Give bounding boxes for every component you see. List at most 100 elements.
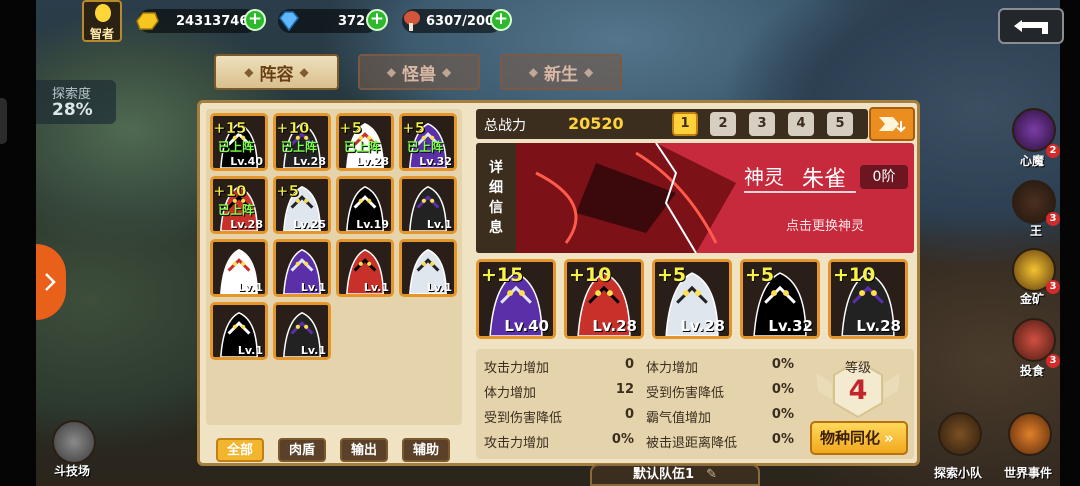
roster-monster-slot[interactable]: Lv.1 (210, 239, 268, 297)
lineup-panel: +15 已上阵 Lv.40 +10 已上阵 Lv.28 +5 已上阵 Lv.28 +5 已上阵… (197, 100, 920, 466)
meat-icon (404, 11, 420, 31)
lineup-monster-slot[interactable]: +5 Lv.32 (740, 259, 820, 339)
gold-value: 24313746 (176, 13, 249, 29)
filter-tank[interactable]: 肉盾 (278, 438, 326, 462)
badge-gold-mine: 3 (1046, 280, 1060, 294)
team-slot-4[interactable]: 4 (788, 112, 814, 136)
badge-feed: 3 (1046, 354, 1060, 368)
world-event-button[interactable] (1008, 412, 1052, 456)
roster-monster-slot[interactable]: Lv.1 (399, 176, 457, 234)
side-label-gold-mine: 金矿 (1020, 292, 1045, 306)
add-food-button[interactable]: + (490, 9, 512, 31)
team-name-tab[interactable]: 默认队伍1 ✎ (590, 464, 760, 486)
monster-level: Lv.32 (419, 155, 452, 168)
divider (744, 191, 856, 193)
side-label-arena: 斗技场 (54, 464, 91, 478)
star-level: +15 (213, 119, 247, 137)
god-rank: 0阶 (860, 165, 908, 189)
team-slot-1[interactable]: 1 (672, 112, 698, 136)
god-name: 朱雀 (802, 167, 847, 192)
badge-king: 3 (1046, 212, 1060, 226)
power-label: 总战力 (484, 118, 526, 134)
monster-level: Lv.28 (680, 317, 725, 335)
monster-level: Lv.1 (363, 281, 389, 294)
stat-label: 霸气值增加 (646, 411, 712, 426)
back-button[interactable] (998, 8, 1064, 44)
stat-label: 体力增加 (646, 361, 699, 376)
filter-damage[interactable]: 输出 (340, 438, 388, 462)
assimilate-button[interactable]: 物种同化» (810, 421, 908, 455)
star-level: +10 (276, 119, 310, 137)
monster-level: Lv.32 (768, 317, 813, 335)
monster-level: Lv.28 (230, 218, 263, 231)
level-value: 4 (848, 375, 868, 406)
roster-monster-slot[interactable]: +5 已上阵 Lv.28 (336, 113, 394, 171)
team-slot-5[interactable]: 5 (827, 112, 853, 136)
roster-monster-slot[interactable]: +5 已上阵 Lv.32 (399, 113, 457, 171)
star-level: +5 (657, 264, 687, 286)
roster-monster-slot[interactable]: Lv.19 (336, 176, 394, 234)
screen-bezel-right (1060, 0, 1080, 486)
return-arrow-icon (1014, 20, 1048, 34)
roster-monster-slot[interactable]: Lv.1 (273, 239, 331, 297)
vermilion-bird-art (516, 143, 736, 253)
monster-level: Lv.1 (300, 281, 326, 294)
badge-heart-demon: 2 (1046, 144, 1060, 158)
food-value: 6307/200 (426, 13, 495, 29)
tab-newborn[interactable]: ◆ 新生 ◆ (500, 54, 622, 90)
roster-monster-slot[interactable]: +15 已上阵 Lv.40 (210, 113, 268, 171)
switch-team-button[interactable] (869, 107, 915, 141)
explore-team-button[interactable] (938, 412, 982, 456)
team-slot-2[interactable]: 2 (710, 112, 736, 136)
gem-icon (279, 11, 299, 32)
explore-value: 28% (52, 100, 93, 120)
side-label-king: 王 (1030, 224, 1043, 238)
god-type: 神灵 (744, 165, 784, 189)
side-label-world-event: 世界事件 (1004, 466, 1053, 480)
god-card[interactable]: 详细信息 神灵 朱雀 0阶 点击更换神灵 (476, 143, 914, 253)
stat-value: 0% (771, 407, 794, 422)
roster-monster-slot[interactable]: +5 Lv.25 (273, 176, 331, 234)
star-level: +5 (276, 182, 300, 200)
roster-monster-slot[interactable]: Lv.1 (273, 302, 331, 360)
star-level: +5 (402, 119, 426, 137)
monster-level: Lv.28 (293, 155, 326, 168)
detail-info-button[interactable]: 详细信息 (476, 143, 516, 253)
roster-monster-slot[interactable]: Lv.1 (336, 239, 394, 297)
chevron-right-icon (45, 273, 56, 291)
team-slot-3[interactable]: 3 (749, 112, 775, 136)
lineup-monster-slot[interactable]: +5 Lv.28 (652, 259, 732, 339)
monster-level: Lv.19 (356, 218, 389, 231)
roster-monster-slot[interactable]: +10 已上阵 Lv.28 (210, 176, 268, 234)
power-value: 20520 (568, 114, 624, 133)
lineup-monster-slot[interactable]: +10 Lv.28 (828, 259, 908, 339)
stat-value: 0% (771, 357, 794, 372)
lineup-monster-slot[interactable]: +10 Lv.28 (564, 259, 644, 339)
roster-monster-slot[interactable]: Lv.1 (210, 302, 268, 360)
monster-level: Lv.28 (592, 317, 637, 335)
tab-monsters[interactable]: ◆ 怪兽 ◆ (358, 54, 480, 90)
stat-label: 体力增加 (484, 386, 537, 401)
roster-monster-slot[interactable]: +10 已上阵 Lv.28 (273, 113, 331, 171)
side-handle[interactable] (0, 98, 7, 144)
team-bonus-stats: 攻击力增加 0 体力增加 0% 体力增加 12 受到伤害降低 0% 受到伤害降低 0 霸气值增加 0%… (476, 349, 914, 459)
stat-label: 受到伤害降低 (646, 386, 725, 401)
team-level: 等级 4 (812, 353, 904, 421)
lightbulb-icon (95, 4, 111, 22)
roster-monster-slot[interactable]: Lv.1 (399, 239, 457, 297)
add-gem-button[interactable]: + (366, 9, 388, 31)
deployed-status: 已上阵 (218, 140, 255, 154)
star-level: +10 (213, 182, 247, 200)
expand-left-button[interactable] (36, 244, 66, 320)
swap-icon (879, 117, 906, 133)
stat-value: 0% (611, 432, 634, 447)
add-gold-button[interactable]: + (244, 9, 266, 31)
lineup-monster-slot[interactable]: +15 Lv.40 (476, 259, 556, 339)
tab-lineup[interactable]: ◆ 阵容 ◆ (214, 54, 339, 90)
filter-support[interactable]: 辅助 (402, 438, 450, 462)
arena-button[interactable] (52, 420, 96, 464)
filter-all[interactable]: 全部 (216, 438, 264, 462)
stat-label: 受到伤害降低 (484, 411, 563, 426)
hero-title-badge[interactable]: 智者 (82, 0, 122, 42)
edit-pencil-icon: ✎ (706, 467, 717, 482)
